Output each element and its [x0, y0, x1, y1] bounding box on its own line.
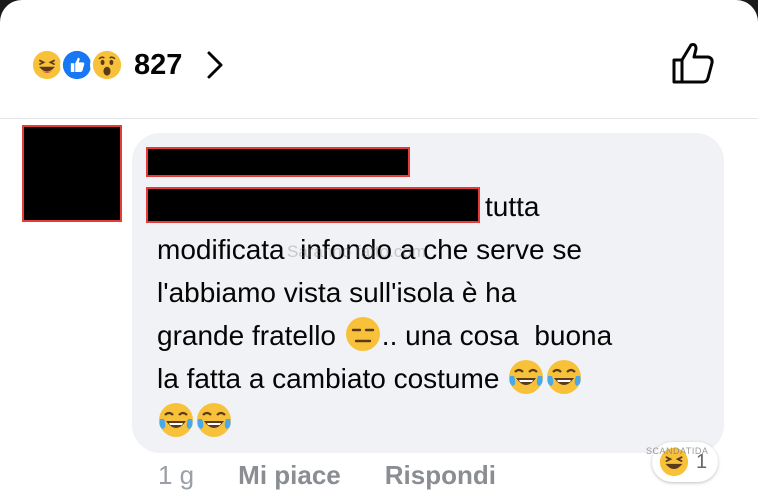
reactions-summary[interactable]: 827 — [30, 42, 228, 88]
like-button[interactable]: Mi piace — [238, 460, 341, 491]
reaction-count: 827 — [134, 48, 183, 81]
header-divider — [0, 118, 758, 119]
comment-line4b: .. una cosa buona — [381, 320, 613, 351]
watermark-text: Saranno fatto.com — [287, 242, 426, 261]
comment-text: tutta modificata infondo a che serve se … — [157, 185, 717, 443]
thumbs-up-icon[interactable] — [670, 40, 716, 86]
comment-card: 827 tutta modificata infondo a che serve… — [0, 0, 758, 499]
wow-reaction-icon — [90, 48, 124, 82]
comment-line3: l'abbiamo vista sull'isola è ha — [157, 277, 517, 308]
avatar-redacted[interactable] — [24, 127, 120, 220]
reaction-icons — [30, 48, 124, 82]
like-reaction-icon — [60, 48, 94, 82]
comment-actions: 1 g Mi piace Rispondi — [158, 458, 540, 492]
reply-button[interactable]: Rispondi — [385, 460, 496, 491]
watermark-small: SCANDATIDA — [646, 446, 709, 456]
comment-bubble: tutta modificata infondo a che serve se … — [132, 133, 724, 453]
expressionless-emoji-icon — [345, 317, 380, 351]
tears-of-joy-emoji-icon — [197, 403, 231, 437]
tears-of-joy-emoji-icon — [547, 360, 582, 394]
comment-timestamp: 1 g — [158, 459, 195, 490]
comment-line5: la fatta a cambiato costume — [157, 363, 508, 394]
tears-of-joy-emoji-icon — [509, 360, 544, 394]
comment-line1-tail: tutta — [485, 191, 540, 222]
chevron-right-icon[interactable] — [202, 49, 228, 81]
redacted-author-name[interactable] — [148, 149, 408, 175]
comment-line4a: grande fratello — [157, 320, 344, 351]
laugh-reaction-icon — [30, 48, 64, 82]
tears-of-joy-emoji-icon — [159, 403, 193, 437]
